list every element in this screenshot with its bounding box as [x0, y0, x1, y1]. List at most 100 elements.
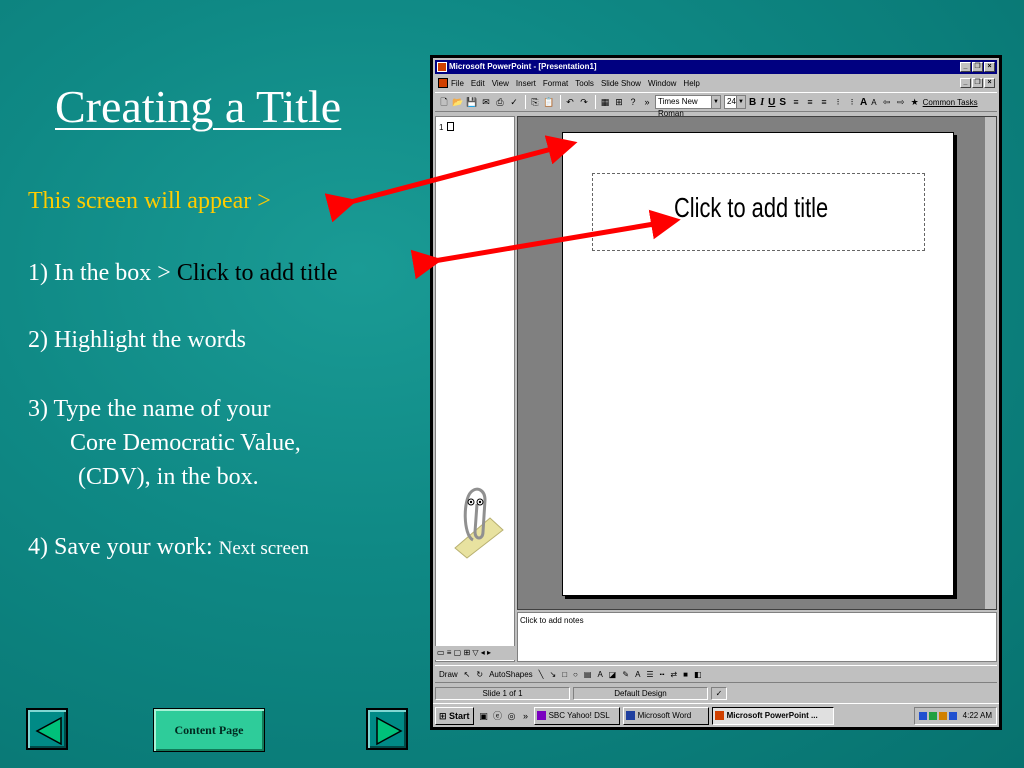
underline-button[interactable]: U: [768, 97, 775, 108]
spelling-icon[interactable]: ✓: [508, 96, 520, 108]
vertical-scrollbar[interactable]: [984, 117, 996, 609]
decrease-font-button[interactable]: A: [871, 98, 876, 107]
demote-icon[interactable]: ⇨: [895, 96, 907, 108]
close-button[interactable]: ×: [984, 62, 995, 72]
document-icon[interactable]: [438, 78, 448, 88]
menu-slide-show[interactable]: Slide Show: [601, 79, 641, 88]
line-color-icon[interactable]: ✎: [622, 670, 629, 679]
system-tray: 4:22 AM: [913, 707, 997, 725]
paste-icon[interactable]: 📋: [543, 96, 555, 108]
increase-font-button[interactable]: A: [860, 97, 867, 108]
font-size-select[interactable]: 24 ▼: [724, 95, 746, 109]
rectangle-icon[interactable]: □: [562, 670, 567, 679]
common-tasks-icon[interactable]: ★: [909, 96, 921, 108]
spell-check-icon: ✓: [711, 686, 727, 700]
print-icon[interactable]: ⎙: [494, 96, 506, 108]
menu-format[interactable]: Format: [543, 79, 568, 88]
line-style-icon[interactable]: ☰: [646, 670, 653, 679]
copy-icon[interactable]: ⎘: [529, 96, 541, 108]
more-quicklaunch-icon[interactable]: »: [520, 710, 532, 722]
redo-icon[interactable]: ↷: [578, 96, 590, 108]
next-slide-button[interactable]: [366, 708, 408, 750]
undo-icon[interactable]: ↶: [564, 96, 576, 108]
minimize-button[interactable]: _: [960, 62, 971, 72]
step-4: 4) Save your work: Next screen: [28, 530, 309, 566]
menu-file[interactable]: File: [451, 79, 464, 88]
menu-help[interactable]: Help: [683, 79, 699, 88]
new-icon[interactable]: 🗋: [438, 96, 450, 108]
align-right-icon[interactable]: ≡: [818, 96, 830, 108]
bold-button[interactable]: B: [749, 97, 756, 108]
formatting-toolbar: 🗋 📂 💾 ✉ ⎙ ✓ ⎘ 📋 ↶ ↷ ▦ ⊞ ? » Times New Ro…: [435, 92, 997, 118]
notes-placeholder: Click to add notes: [520, 616, 584, 625]
table-icon[interactable]: ⊞: [613, 96, 625, 108]
browser-icon[interactable]: ⓔ: [492, 710, 504, 722]
font-color-icon[interactable]: A: [635, 670, 640, 679]
menu-edit[interactable]: Edit: [471, 79, 485, 88]
doc-close-button[interactable]: ×: [984, 78, 995, 88]
title-placeholder-text: Click to add title: [674, 192, 829, 223]
tray-icon[interactable]: [918, 712, 927, 720]
content-page-button[interactable]: Content Page: [153, 708, 265, 752]
arrow-style-icon[interactable]: ⇄: [670, 670, 677, 679]
font-size-value: 24: [727, 97, 736, 106]
help-icon[interactable]: ?: [627, 96, 639, 108]
promote-icon[interactable]: ⇦: [881, 96, 893, 108]
oval-icon[interactable]: ○: [573, 670, 578, 679]
title-placeholder[interactable]: Click to add title: [592, 173, 925, 251]
status-slide: Slide 1 of 1: [435, 686, 570, 700]
free-rotate-icon[interactable]: ↻: [476, 670, 483, 679]
doc-minimize-button[interactable]: _: [960, 78, 971, 88]
3d-icon[interactable]: ◧: [694, 670, 702, 679]
shadow-button[interactable]: S: [779, 97, 786, 108]
textbox-icon[interactable]: ▤: [584, 670, 592, 679]
powerpoint-window: Microsoft PowerPoint - [Presentation1] _…: [430, 55, 1002, 730]
taskbar-item-powerpoint[interactable]: Microsoft PowerPoint ...: [711, 706, 834, 725]
menu-insert[interactable]: Insert: [516, 79, 536, 88]
email-icon[interactable]: ✉: [480, 96, 492, 108]
select-icon[interactable]: ↖: [464, 670, 471, 679]
numbering-icon[interactable]: ⁝: [832, 96, 844, 108]
draw-menu[interactable]: Draw: [439, 670, 458, 679]
word-icon: [625, 710, 635, 720]
shadow-icon[interactable]: ■: [683, 670, 688, 679]
taskbar-item-sbc-yahoo[interactable]: SBC Yahoo! DSL: [533, 706, 620, 725]
save-icon[interactable]: 💾: [466, 96, 478, 108]
desktop-icon[interactable]: ▣: [478, 710, 490, 722]
tray-icon[interactable]: [928, 712, 937, 720]
dash-style-icon[interactable]: ┅: [660, 670, 665, 679]
view-buttons[interactable]: ▭ ≡ ▢ ⊞ ▽ ◂ ▸: [435, 646, 515, 660]
notes-pane[interactable]: Click to add notes: [517, 612, 997, 662]
align-center-icon[interactable]: ≡: [804, 96, 816, 108]
fill-color-icon[interactable]: ◪: [609, 670, 617, 679]
menu-tools[interactable]: Tools: [575, 79, 594, 88]
office-assistant-icon[interactable]: [445, 480, 505, 560]
common-tasks-button[interactable]: Common Tasks: [923, 98, 978, 107]
autoshapes-menu[interactable]: AutoShapes: [489, 670, 533, 679]
line-icon[interactable]: ╲: [539, 670, 544, 679]
align-left-icon[interactable]: ≡: [790, 96, 802, 108]
wordart-icon[interactable]: A: [597, 670, 602, 679]
chart-icon[interactable]: ▦: [599, 96, 611, 108]
bullets-icon[interactable]: ⁝: [846, 96, 858, 108]
menu-window[interactable]: Window: [648, 79, 676, 88]
restore-button[interactable]: ❐: [972, 62, 983, 72]
open-icon[interactable]: 📂: [452, 96, 464, 108]
slide-thumbnail-icon[interactable]: [447, 122, 454, 131]
step-1-text: 1) In the box >: [28, 260, 177, 286]
step-4-next: Next screen: [218, 538, 309, 559]
font-name-select[interactable]: Times New Roman ▼: [655, 95, 721, 118]
more-buttons-icon[interactable]: »: [641, 96, 653, 108]
start-button[interactable]: ⊞ Start: [435, 706, 474, 725]
arrow-icon[interactable]: ↘: [550, 670, 557, 679]
previous-slide-button[interactable]: [26, 708, 68, 750]
outline-pane[interactable]: 1: [435, 116, 515, 662]
italic-button[interactable]: I: [760, 97, 764, 108]
taskbar-item-word[interactable]: Microsoft Word: [622, 706, 709, 725]
tray-icon[interactable]: [938, 712, 947, 720]
slide-canvas[interactable]: Click to add title: [562, 132, 954, 596]
menu-view[interactable]: View: [492, 79, 509, 88]
doc-restore-button[interactable]: ❐: [972, 78, 983, 88]
tray-icon[interactable]: [948, 712, 957, 720]
quicklaunch-icon[interactable]: ◎: [506, 710, 518, 722]
